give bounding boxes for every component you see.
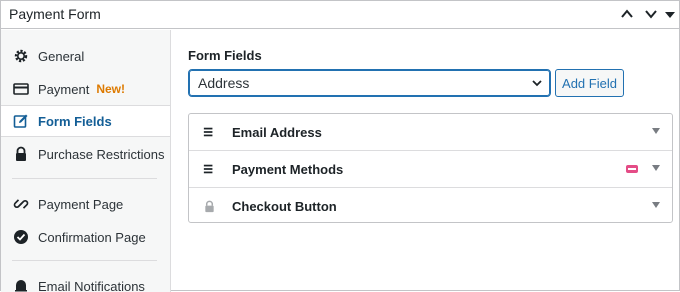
sidebar-item-email-notifications[interactable]: Email Notifications <box>1 270 171 292</box>
payment-form-panel: Payment Form General Payment New! <box>0 0 680 291</box>
field-row-checkout-button[interactable]: Checkout Button <box>189 188 672 224</box>
chevron-down-icon[interactable] <box>642 5 660 23</box>
sidebar-item-general[interactable]: General <box>1 40 171 72</box>
field-label: Payment Methods <box>232 162 343 177</box>
panel-header: Payment Form <box>1 1 679 29</box>
link-icon <box>12 195 30 213</box>
form-fields-heading: Form Fields <box>188 48 262 63</box>
payment-card-icon <box>12 80 30 98</box>
chevron-down-icon <box>531 77 543 89</box>
sidebar-item-confirmation-page[interactable]: Confirmation Page <box>1 221 171 253</box>
chevron-up-icon[interactable] <box>618 5 636 23</box>
sidebar-item-form-fields[interactable]: Form Fields <box>1 105 171 137</box>
sidebar-item-payment-page[interactable]: Payment Page <box>1 188 171 220</box>
sidebar-item-label: Form Fields <box>38 114 112 129</box>
field-type-select-value: Address <box>198 75 249 91</box>
drag-handle-icon[interactable] <box>202 125 216 139</box>
bell-icon <box>12 277 30 292</box>
collapse-toggle-icon[interactable] <box>661 5 679 23</box>
sidebar-item-label: Confirmation Page <box>38 230 146 245</box>
fields-list: Email Address Payment Methods Checkout B… <box>188 113 673 223</box>
drag-handle-icon[interactable] <box>202 162 216 176</box>
expand-arrow-icon[interactable] <box>652 128 660 134</box>
gear-icon <box>12 47 30 65</box>
payment-gateway-icon <box>626 164 638 174</box>
lock-icon <box>202 199 216 213</box>
expand-arrow-icon[interactable] <box>652 202 660 208</box>
add-field-button[interactable]: Add Field <box>555 69 624 97</box>
field-row-payment-methods[interactable]: Payment Methods <box>189 151 672 187</box>
sidebar-item-payment[interactable]: Payment New! <box>1 73 171 105</box>
sidebar-divider <box>12 260 157 261</box>
sidebar: General Payment New! Form Fields Purchas… <box>1 30 171 292</box>
sidebar-item-label: Purchase Restrictions <box>38 147 164 162</box>
sidebar-item-purchase-restrictions[interactable]: Purchase Restrictions <box>1 138 171 170</box>
field-label: Email Address <box>232 125 322 140</box>
field-label: Checkout Button <box>232 199 337 214</box>
sidebar-item-label: Payment Page <box>38 197 123 212</box>
expand-arrow-icon[interactable] <box>652 165 660 171</box>
sidebar-item-label: Email Notifications <box>38 279 145 292</box>
field-type-select[interactable]: Address <box>188 69 551 97</box>
sidebar-item-label: General <box>38 49 84 64</box>
field-row-email-address[interactable]: Email Address <box>189 114 672 150</box>
new-badge: New! <box>96 82 125 96</box>
panel-title: Payment Form <box>9 6 101 22</box>
lock-icon <box>12 145 30 163</box>
form-fields-section: Form Fields Address Add Field Email Addr… <box>172 30 679 292</box>
sidebar-item-label: Payment <box>38 82 89 97</box>
check-circle-icon <box>12 228 30 246</box>
edit-icon <box>12 112 30 130</box>
sidebar-divider <box>12 178 157 179</box>
